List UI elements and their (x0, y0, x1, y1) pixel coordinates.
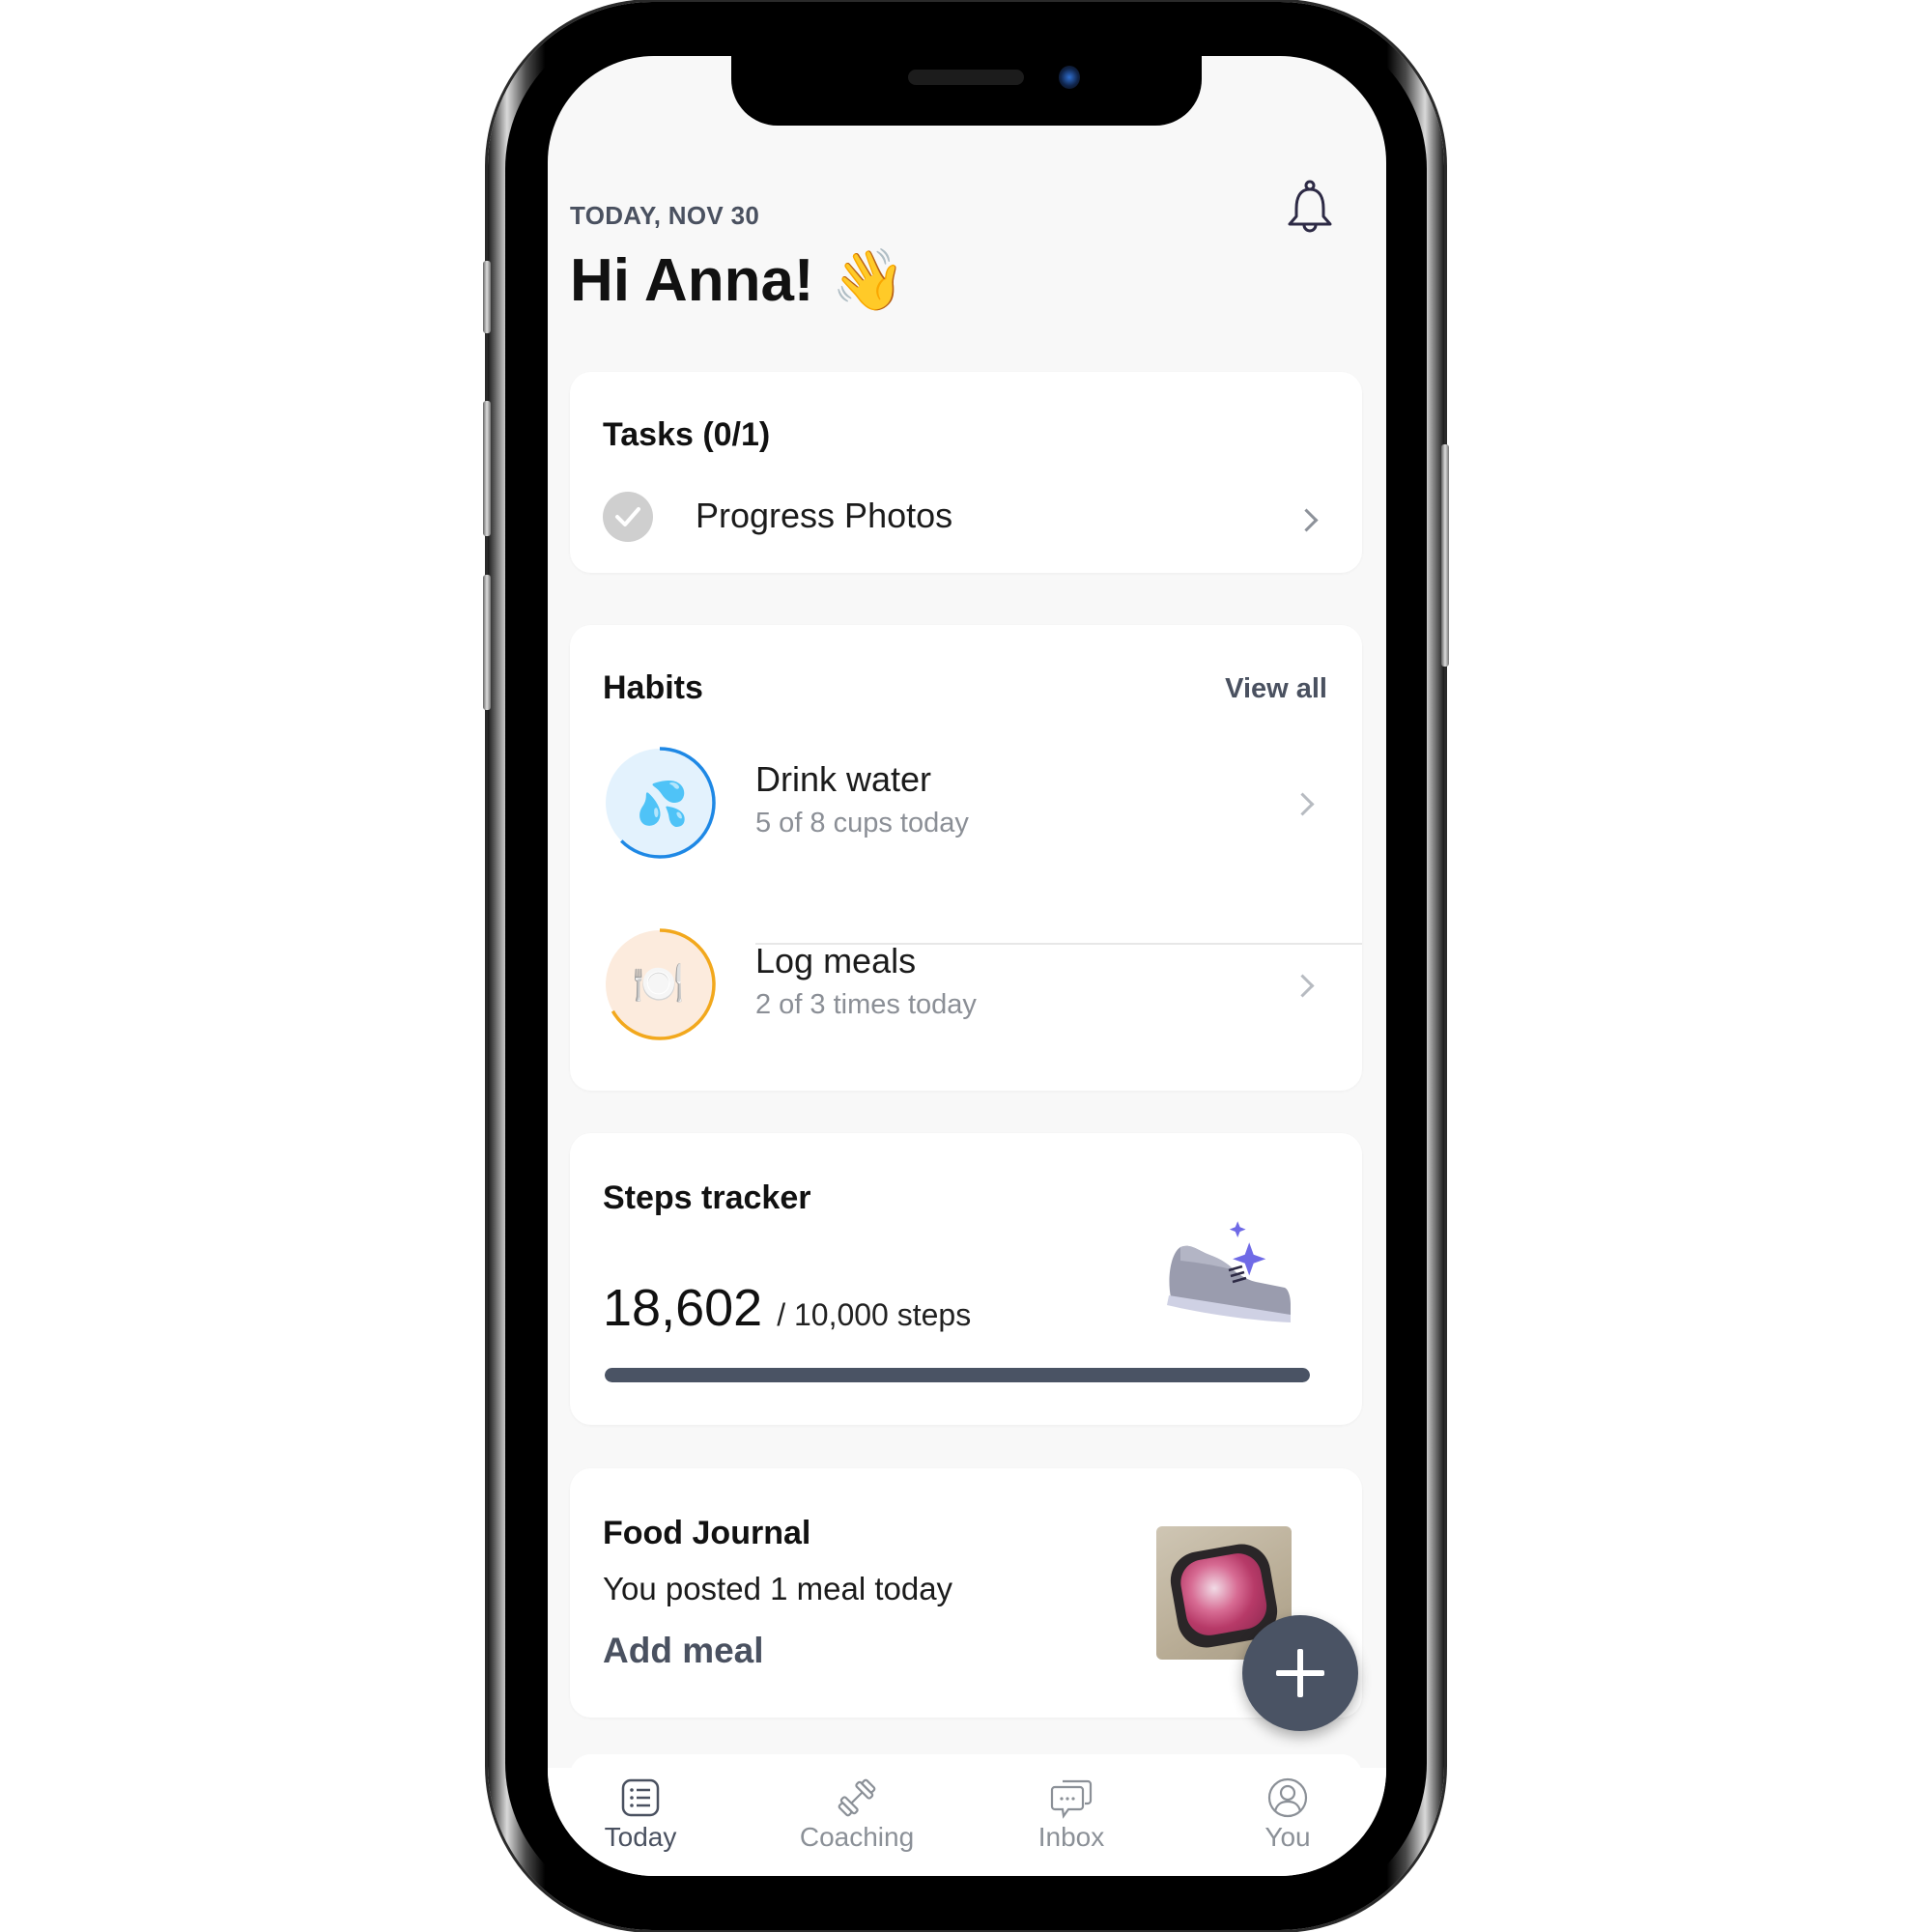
volume-up-button (483, 401, 491, 536)
habit-item-drink-water[interactable]: 💦 Drink water 5 of 8 cups today (570, 746, 1362, 925)
task-label: Progress Photos (696, 496, 953, 535)
task-item-progress-photos[interactable]: Progress Photos (570, 372, 1362, 573)
add-fab-button[interactable] (1242, 1615, 1358, 1731)
tab-today[interactable]: Today (563, 1776, 718, 1853)
chevron-right-icon (1294, 508, 1319, 532)
habits-card: Habits View all 💦 Drink water 5 of 8 cup… (570, 625, 1362, 1091)
water-drops-icon: 💦 (636, 781, 689, 828)
tasks-card: Tasks (0/1) Progress Photos (570, 372, 1362, 573)
food-journal-subtitle: You posted 1 meal today (603, 1571, 953, 1606)
tab-label: Inbox (1037, 1822, 1105, 1852)
steps-progress-bar (605, 1368, 1310, 1382)
chevron-right-icon (1291, 792, 1315, 816)
habit-progress-text: 5 of 8 cups today (755, 808, 969, 838)
tab-bar: Today Coaching Inbox You (548, 1768, 1386, 1876)
chevron-right-icon (1291, 974, 1315, 998)
volume-down-button (483, 575, 491, 710)
tab-coaching[interactable]: Coaching (780, 1776, 934, 1853)
steps-title: Steps tracker (603, 1179, 811, 1216)
bell-icon[interactable] (1286, 180, 1334, 234)
power-button (1441, 444, 1449, 667)
app-screen: TODAY, NOV 30 Hi Anna! 👋 Tasks (0/1) Pro… (548, 56, 1386, 1876)
steps-goal: / 10,000 steps (777, 1297, 972, 1332)
user-icon (1267, 1777, 1308, 1818)
add-meal-link[interactable]: Add meal (603, 1631, 764, 1671)
earpiece-speaker (908, 70, 1024, 85)
dumbbell-icon (838, 1778, 876, 1817)
view-all-link[interactable]: View all (1225, 673, 1327, 705)
waving-hand-icon: 👋 (831, 247, 906, 314)
chat-bubbles-icon (1050, 1779, 1093, 1819)
habit-name: Log meals (755, 941, 917, 980)
plate-cutlery-icon: 🍽️ (632, 960, 685, 1008)
habit-progress-text: 2 of 3 times today (755, 989, 977, 1020)
greeting-text: Hi Anna! (570, 247, 814, 314)
list-icon (621, 1778, 660, 1817)
front-camera (1059, 66, 1080, 89)
silent-switch (483, 261, 491, 333)
check-circle-icon[interactable] (603, 492, 653, 542)
steps-value: 18,602 (603, 1279, 763, 1337)
date-label: TODAY, NOV 30 (570, 201, 760, 230)
steps-progress-fill (605, 1368, 1310, 1382)
tab-inbox[interactable]: Inbox (994, 1776, 1149, 1853)
steps-card[interactable]: Steps tracker 18,602 / 10,000 steps (570, 1133, 1362, 1425)
habits-title: Habits (603, 669, 703, 706)
tab-label: You (1264, 1822, 1311, 1852)
tab-you[interactable]: You (1210, 1776, 1365, 1853)
tab-label: Today (604, 1822, 677, 1852)
habit-item-log-meals[interactable]: 🍽️ Log meals 2 of 3 times today (570, 927, 1362, 1107)
greeting: Hi Anna! 👋 (570, 245, 906, 316)
habit-name: Drink water (755, 759, 932, 799)
tab-label: Coaching (799, 1822, 915, 1852)
sneaker-icon (1167, 1221, 1291, 1322)
food-journal-title: Food Journal (603, 1515, 811, 1551)
steps-count: 18,602 / 10,000 steps (603, 1278, 971, 1338)
